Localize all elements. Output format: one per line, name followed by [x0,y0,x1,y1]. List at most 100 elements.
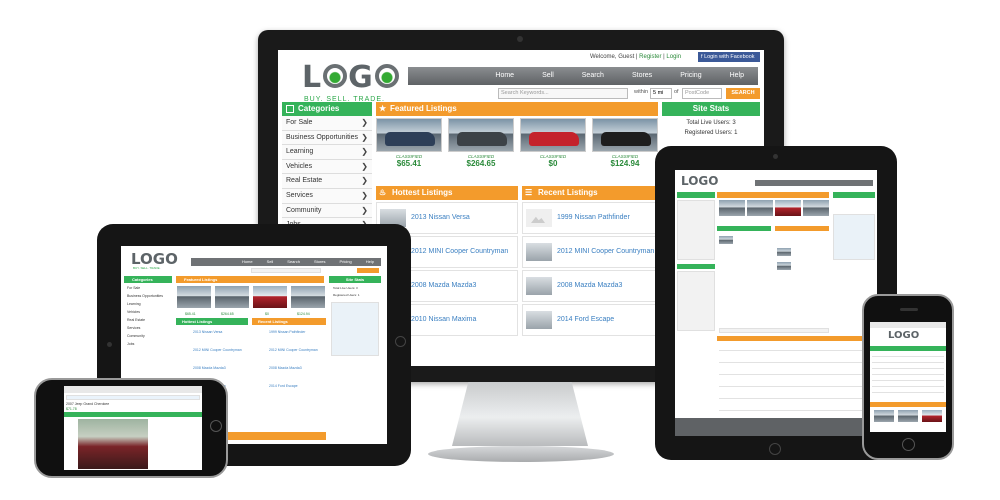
login-link[interactable]: Login [666,54,681,60]
category-learning[interactable]: Learning ❯ [282,145,372,160]
mini-category[interactable]: Services [127,326,140,330]
mini-featured-photo[interactable] [922,410,942,422]
mini-listing-price: $71.78 [66,407,77,411]
mini-listing[interactable]: 2012 MINI Cooper Countryman [193,348,242,352]
list-item[interactable]: 1999 Nissan Pathfinder [522,202,658,234]
listing-title[interactable]: 2012 MINI Cooper Countryman [557,248,654,255]
row-divider [872,380,944,381]
mini-search-input[interactable] [251,268,321,273]
search-button[interactable]: SEARCH [726,88,760,99]
nav-stores[interactable]: Stores [618,67,666,85]
mini-featured-photo[interactable] [719,200,745,216]
featured-card[interactable]: CLASSIFIED $124.94 [592,118,658,182]
listing-price: $264.65 [466,159,496,168]
category-business-opportunities[interactable]: Business Opportunities ❯ [282,130,372,146]
mini-pagination[interactable] [719,328,829,333]
list-item[interactable]: 2014 Ford Escape [522,304,658,336]
listing-title[interactable]: 2012 MINI Cooper Countryman [411,248,508,255]
mini-nav-pricing[interactable]: Pricing [333,258,359,266]
featured-card[interactable]: CLASSIFIED $264.65 [448,118,514,182]
mini-listing-photo[interactable] [78,419,148,469]
nav-search[interactable]: Search [568,67,618,85]
category-label: For Sale [286,119,313,126]
nav-sell[interactable]: Sell [528,67,568,85]
mini-listing-thumb[interactable] [719,236,733,244]
category-label: Services [286,191,313,199]
mini-category[interactable]: Real Estate [127,318,145,322]
mini-listing[interactable]: 2012 MINI Cooper Countryman [269,348,318,352]
monitor-base [428,446,614,462]
keyword-search-input[interactable]: Search Keywords... [498,88,628,99]
mini-listing-thumb[interactable] [777,262,791,270]
car-image [457,132,507,146]
mini-featured-photo[interactable] [775,200,801,216]
listing-title[interactable]: 2013 Nissan Versa [411,214,470,221]
mini-category[interactable]: Learning [127,302,141,306]
mini-featured-photo[interactable] [253,286,287,308]
chevron-right-icon: ❯ [361,190,368,200]
chevron-right-icon: ❯ [361,176,368,186]
mini-featured-photo[interactable] [177,286,211,308]
mini-featured-photo[interactable] [747,200,773,216]
device-showcase: LG BUY. SELL. TRADE. Welcome, Guest | Re… [0,0,1000,500]
facebook-login-button[interactable]: f Login with Facebook [698,52,760,62]
category-services[interactable]: Services ❯ [282,188,372,204]
list-item[interactable]: 2012 MINI Cooper Countryman [522,236,658,268]
mini-nav-stores[interactable]: Stores [307,258,333,266]
register-link[interactable]: Register [639,54,661,60]
nav-pricing[interactable]: Pricing [666,67,715,85]
car-image [601,132,651,146]
mini-listing[interactable]: 1999 Nissan Pathfinder [269,330,305,334]
mini-featured-photo[interactable] [803,200,829,216]
mini-top-bar [64,386,202,393]
mini-listing[interactable]: 2014 Ford Escape [269,384,298,388]
mini-search-button[interactable] [357,268,379,273]
listing-title[interactable]: 2008 Mazda Mazda3 [411,282,476,289]
featured-card[interactable]: CLASSIFIED $0 [520,118,586,182]
mini-featured-photo[interactable] [898,410,918,422]
mini-listing[interactable]: 2013 Nissan Versa [193,330,222,334]
listing-title[interactable]: 2010 Nissan Maxima [411,316,476,323]
site-logo[interactable]: LG [302,60,400,95]
category-vehicles[interactable]: Vehicles ❯ [282,159,372,175]
listing-title[interactable]: 2014 Ford Escape [557,316,614,323]
mini-stats-header [833,192,875,198]
listing-title[interactable]: 2008 Mazda Mazda3 [557,282,622,289]
listing-title[interactable]: 1999 Nissan Pathfinder [557,214,630,221]
featured-card[interactable]: CLASSIFIED $65.41 [376,118,442,182]
category-community[interactable]: Community ❯ [282,203,372,219]
mini-category[interactable]: Jobs [127,342,134,346]
mini-category[interactable]: Community [127,334,145,338]
distance-select[interactable]: 5 mi [650,88,672,99]
nav-home[interactable]: Home [481,67,528,85]
mini-region-list [677,271,715,331]
mini-listing[interactable]: 2008 Mazda Mazda3 [193,366,226,370]
mini-nav-search[interactable]: Search [280,258,307,266]
mini-featured-photo[interactable] [874,410,894,422]
category-real-estate[interactable]: Real Estate ❯ [282,174,372,189]
mini-category[interactable]: Business Opportunities [127,294,163,298]
mini-nav-home[interactable]: Home [235,258,260,266]
recent-listings: ☰ Recent Listings 1999 Nissan Pathfinder… [522,186,658,366]
nav-help[interactable]: Help [716,67,758,85]
mini-category[interactable]: For Sale [127,286,140,290]
mini-price: $264.65 [221,312,234,316]
mini-nav-help[interactable]: Help [359,258,381,266]
row-divider [872,392,944,393]
placeholder-image-icon [526,209,552,227]
row-divider [719,362,873,363]
category-for-sale[interactable]: For Sale ❯ [282,116,372,131]
speaker-icon [900,308,918,311]
mini-listing[interactable]: 2008 Mazda Mazda3 [269,366,302,370]
postcode-input[interactable]: PostCode [682,88,722,99]
featured-title: Featured Listings [390,104,457,113]
list-icon: ☰ [525,188,533,197]
mini-category[interactable]: Vehicles [127,310,140,314]
listing-photo [448,118,514,152]
mini-nav-sell[interactable]: Sell [260,258,281,266]
mini-featured-photo[interactable] [215,286,249,308]
mini-featured-photo[interactable] [291,286,325,308]
list-item[interactable]: 2008 Mazda Mazda3 [522,270,658,302]
home-button-icon [769,443,781,455]
mini-listing-thumb[interactable] [777,248,791,256]
